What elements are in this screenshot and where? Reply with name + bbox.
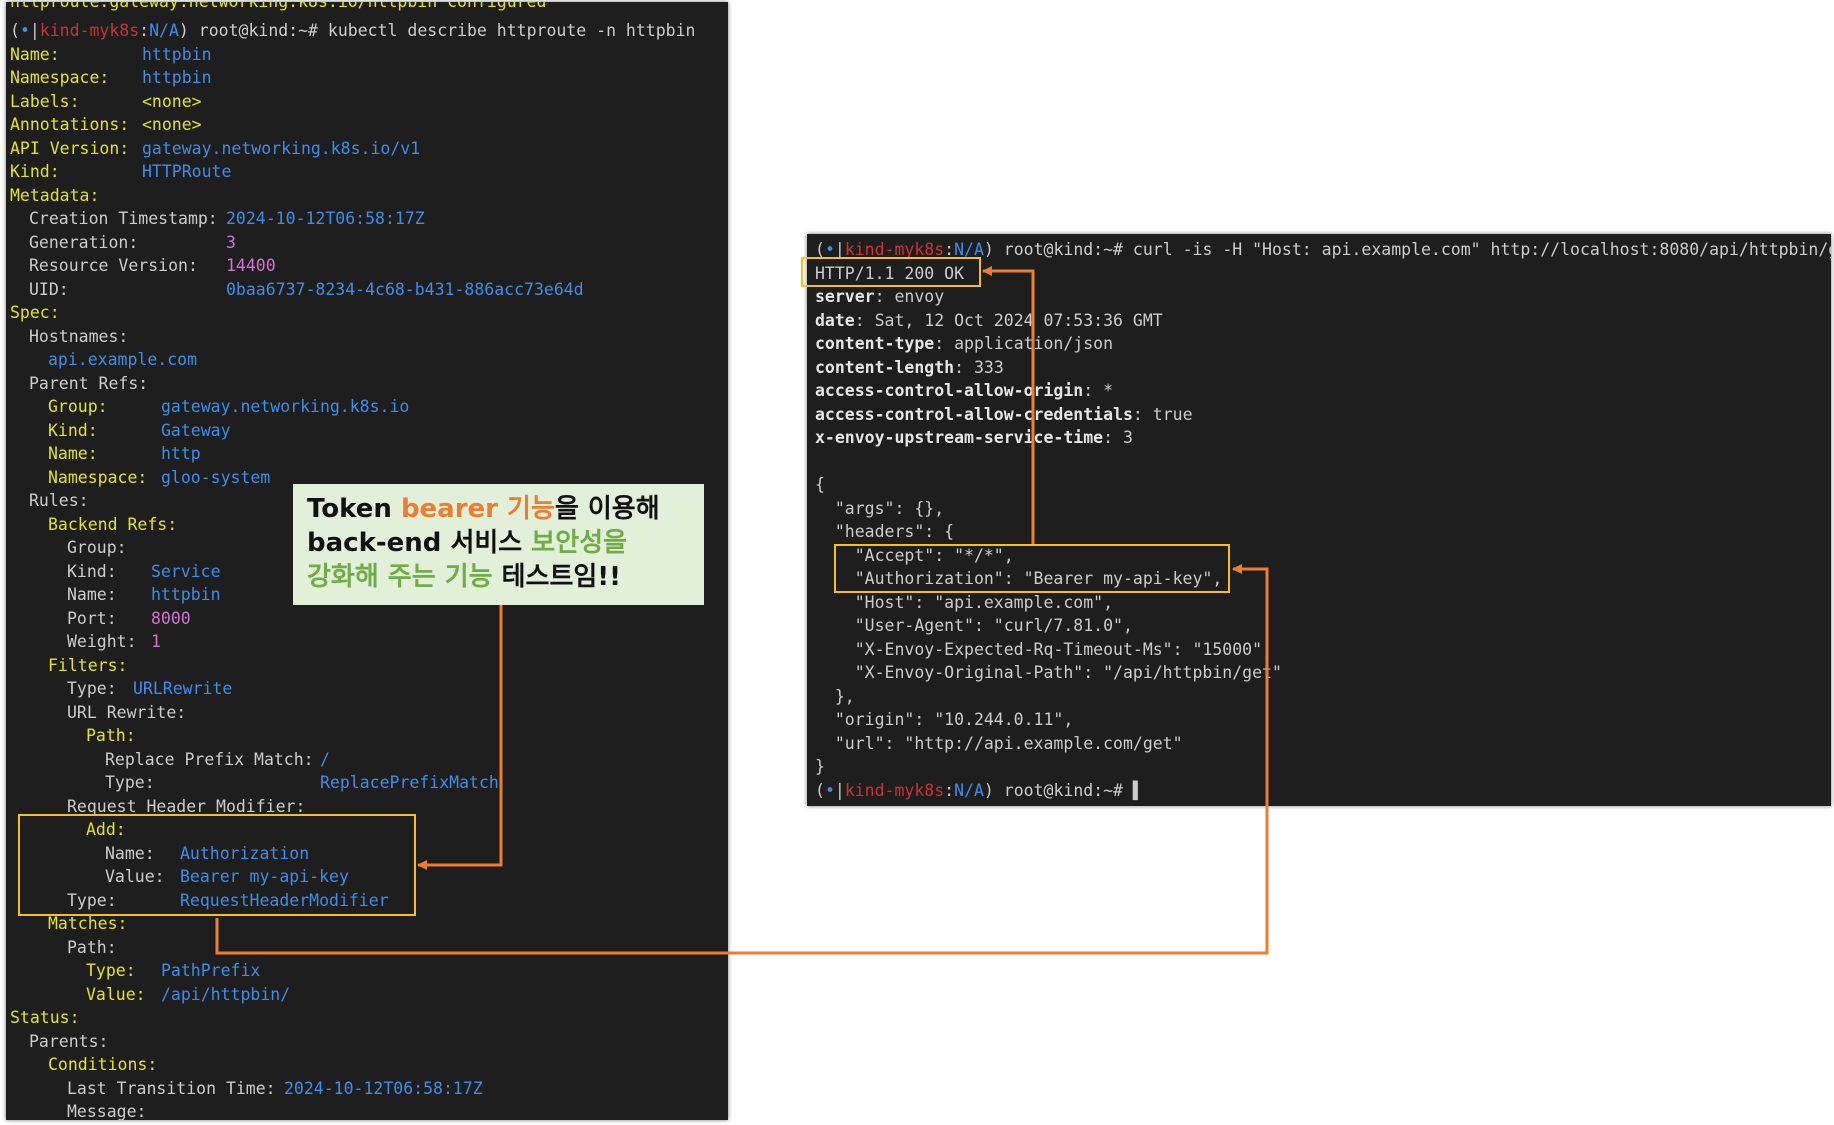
callout-to-header-modifier-arrow <box>417 605 503 870</box>
callout-line-3: 강화해 주는 기능 테스트임!! <box>307 562 621 592</box>
callout-line-1: Token bearer 기능을 이용해 <box>307 494 660 524</box>
authorization-to-status-arrow <box>982 266 1035 544</box>
connector-arrows <box>215 266 1269 955</box>
header-modifier-to-response-arrow <box>215 564 1269 955</box>
annotation-callout: Token bearer 기능을 이용해 back-end 서비스 보안성을 강… <box>293 484 704 605</box>
callout-line-2: back-end 서비스 보안성을 <box>307 528 627 558</box>
